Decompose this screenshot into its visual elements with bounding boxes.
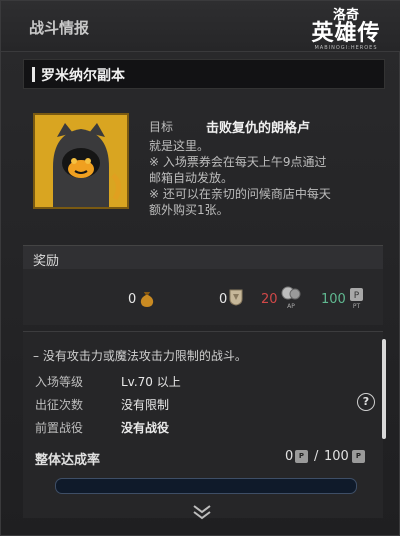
ap-tag: AP (287, 303, 295, 309)
restriction-note: – 没有攻击力或魔法攻击力限制的战斗。 (33, 349, 247, 363)
dungeon-name: 罗米纳尔副本 (41, 68, 125, 84)
achievement-progress-bar (55, 478, 357, 494)
title-bar: 战斗情报 洛奇 英雄传 MABINOGI:HEROES (1, 1, 400, 52)
gold-pouch-icon (140, 292, 154, 307)
entry-level-label: 入场等级 (35, 375, 84, 389)
prerequisite-label: 前置战役 (35, 421, 84, 435)
medal-icon (229, 289, 243, 306)
achievement-separator: / (314, 449, 319, 464)
description-line: 就是这里。 (149, 139, 210, 153)
boss-portrait (33, 113, 129, 209)
expand-chevron-icon[interactable] (191, 503, 213, 521)
dungeon-banner: 罗米纳尔副本 (23, 59, 385, 89)
description-line: ※ 还可以在亲切的问候商店中每天 (149, 187, 331, 201)
achievement-label: 整体达成率 (35, 453, 101, 468)
medal-amount: 0 (219, 292, 228, 307)
description-line: 邮箱自动发放。 (149, 171, 234, 185)
reward-row: 0 0 20 AP 100 P PT (23, 269, 383, 325)
sortie-count-value: 没有限制 (121, 398, 170, 412)
pt-tag: PT (353, 303, 361, 309)
panel-title: 战斗情报 (29, 19, 90, 37)
ap-amount: 20 (261, 292, 278, 307)
reward-header: 奖励 (23, 245, 383, 270)
svg-text:P: P (354, 291, 360, 301)
prerequisite-value: 没有战役 (121, 421, 170, 435)
goal-label: 目标 (149, 120, 174, 134)
help-button[interactable]: ? (357, 393, 375, 411)
goal-value: 击败复仇的朗格卢 (206, 121, 311, 136)
pt-icon: P PT (350, 288, 363, 309)
description-line: 额外购买1张。 (149, 203, 229, 217)
sortie-count-label: 出征次数 (35, 398, 84, 412)
pt-amount: 100 (321, 292, 346, 307)
entry-level-value: Lv.70 以上 (121, 375, 181, 389)
gold-amount: 0 (128, 292, 137, 307)
dungeon-marker (32, 67, 35, 82)
game-logo: 洛奇 英雄传 MABINOGI:HEROES (301, 9, 391, 52)
pt-icon: P (295, 450, 308, 463)
scrollbar-thumb[interactable] (382, 339, 386, 439)
pt-icon: P (352, 450, 365, 463)
reward-label: 奖励 (33, 254, 60, 269)
description-line: ※ 入场票券会在每天上午9点通过 (149, 155, 327, 169)
logo-line2: 英雄传 (311, 21, 381, 46)
mission-description: 就是这里。 ※ 入场票券会在每天上午9点通过 邮箱自动发放。 ※ 还可以在亲切的… (149, 138, 379, 218)
achievement-current: 0 (285, 449, 294, 464)
ap-icon: AP (281, 286, 301, 309)
achievement-total: 100 (324, 449, 349, 464)
battle-info-panel: 战斗情报 洛奇 英雄传 MABINOGI:HEROES 罗米纳尔副本 目标 击败… (0, 0, 400, 536)
boss-portrait-image (35, 115, 127, 207)
